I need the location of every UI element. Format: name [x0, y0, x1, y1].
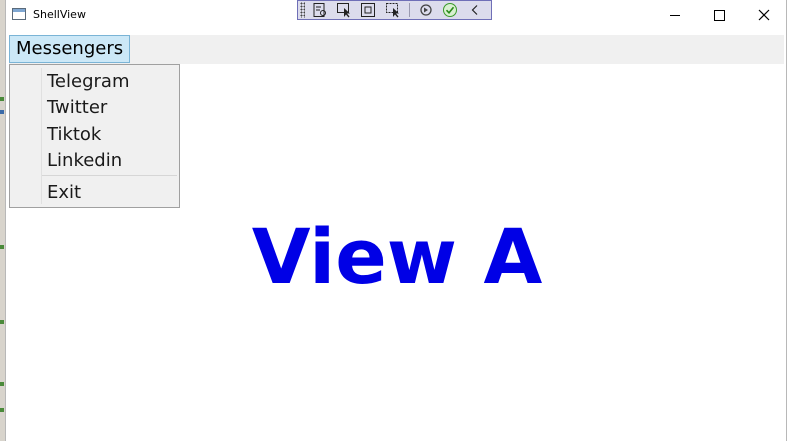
- hot-reload-icon: [420, 4, 432, 16]
- shell-window: ShellView Messengers Telegram Twitter Ti…: [5, 0, 787, 441]
- close-button[interactable]: [741, 0, 787, 30]
- collapse-toolbar-button[interactable]: [467, 2, 483, 18]
- binding-failures-check-icon: [443, 3, 458, 17]
- desktop-mark: [0, 382, 4, 386]
- desktop-mark: [0, 408, 4, 412]
- desktop-mark: [0, 320, 4, 324]
- menu-item-tiktok[interactable]: Tiktok: [47, 123, 101, 147]
- menu-item-exit[interactable]: Exit: [47, 181, 81, 205]
- track-focused-element-button[interactable]: [385, 2, 401, 18]
- minimize-icon: [670, 14, 680, 16]
- hot-reload-button[interactable]: [418, 2, 434, 18]
- display-adorners-icon: [361, 3, 376, 17]
- live-visual-tree-icon: [313, 3, 326, 17]
- maximize-button[interactable]: [696, 0, 742, 30]
- display-adorners-button[interactable]: [360, 2, 376, 18]
- track-focused-element-icon: [385, 3, 399, 18]
- toolbar-separator: [408, 3, 410, 17]
- live-visual-tree-button[interactable]: [311, 2, 327, 18]
- menu-item-linkedin[interactable]: Linkedin: [47, 149, 122, 173]
- window-title: ShellView: [33, 8, 86, 21]
- maximize-icon: [713, 9, 725, 21]
- app-window-icon[interactable]: [12, 8, 26, 20]
- desktop-mark: [0, 110, 4, 114]
- toolbar-grip[interactable]: [300, 2, 306, 18]
- select-element-button[interactable]: [336, 2, 352, 18]
- collapse-chevron-icon: [471, 5, 478, 15]
- messengers-dropdown: Telegram Twitter Tiktok Linkedin Exit: [9, 64, 180, 208]
- select-element-icon: [337, 3, 351, 18]
- desktop-mark: [0, 245, 4, 249]
- menu-bar: Messengers: [9, 35, 784, 64]
- wpf-debug-toolbar: [297, 0, 492, 20]
- close-icon: [758, 9, 770, 21]
- menu-item-twitter[interactable]: Twitter: [47, 96, 107, 120]
- binding-failures-button[interactable]: [442, 2, 458, 18]
- menu-icon-gutter: [41, 68, 42, 204]
- menu-messengers[interactable]: Messengers: [9, 35, 131, 63]
- view-heading: View A: [251, 212, 543, 301]
- desktop-mark: [0, 97, 4, 101]
- menu-item-telegram[interactable]: Telegram: [47, 70, 129, 94]
- menu-separator: [42, 175, 177, 176]
- minimize-button[interactable]: [652, 0, 698, 30]
